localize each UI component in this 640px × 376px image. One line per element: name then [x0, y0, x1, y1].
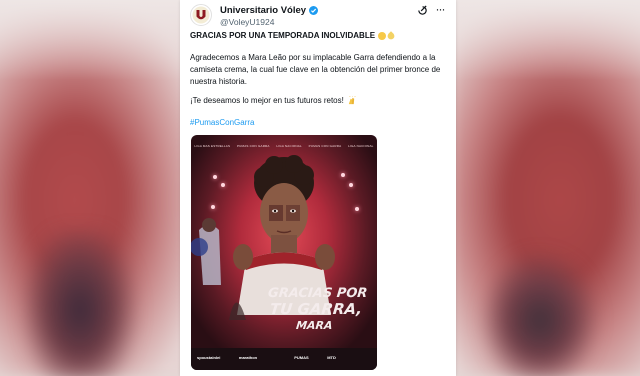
- poster-sponsors: spoustainlei marathon PUMAS MTD: [197, 355, 373, 360]
- poster-caption: GRACIAS POR TU GARRA, MARA: [259, 286, 374, 332]
- sponsor-logo: marathon: [238, 355, 258, 360]
- poster-caption-line1: GRACIAS POR: [267, 286, 369, 301]
- follow-grok-icon[interactable]: [417, 5, 428, 16]
- tweet-title: GRACIAS POR UNA TEMPORADA INOLVIDABLE: [190, 30, 450, 41]
- account-names: Universitario Vóley @VoleyU1924: [220, 5, 319, 27]
- tweet-image[interactable]: LIGA MAS ESTRELLAS PUMAS CON GARRA LIGA …: [191, 135, 377, 370]
- more-icon[interactable]: ···: [434, 3, 446, 16]
- avatar[interactable]: [190, 4, 212, 26]
- sponsor-logo: PUMAS: [294, 355, 309, 360]
- poster-caption-line2: TU GARRA,: [268, 300, 364, 318]
- background-left-shadow: [20, 230, 140, 376]
- background-right-shadow: [480, 250, 600, 376]
- tweet-header: Universitario Vóley @VoleyU1924 ···: [190, 3, 446, 30]
- poster-caption-line3: MARA: [295, 319, 334, 332]
- player-portrait-image: [191, 155, 335, 320]
- account-handle[interactable]: @VoleyU1924: [220, 17, 318, 27]
- tweet-card: Universitario Vóley @VoleyU1924 ··· GRAC…: [180, 0, 456, 376]
- tweet-wish-text: ¡Te deseamos lo mejor en tus futuros ret…: [190, 96, 344, 105]
- tweet-wish: ¡Te deseamos lo mejor en tus futuros ret…: [190, 96, 450, 105]
- tweet-title-text: GRACIAS POR UNA TEMPORADA INOLVIDABLE: [190, 31, 376, 40]
- sponsor-logo: MTD: [327, 355, 336, 360]
- account-name[interactable]: Universitario Vóley: [220, 5, 306, 16]
- universitario-logo: [192, 6, 210, 24]
- tweet-body: Agradecemos a Mara Leão por su implacabl…: [190, 53, 441, 86]
- verified-badge-icon: [309, 6, 319, 15]
- clapping-hands-emoji-icon: [348, 96, 356, 105]
- tears-heart-emoji-icon: [378, 30, 396, 41]
- sponsor-logo: spoustainlei: [197, 355, 221, 360]
- hashtag-link[interactable]: #PumasConGarra: [190, 118, 254, 127]
